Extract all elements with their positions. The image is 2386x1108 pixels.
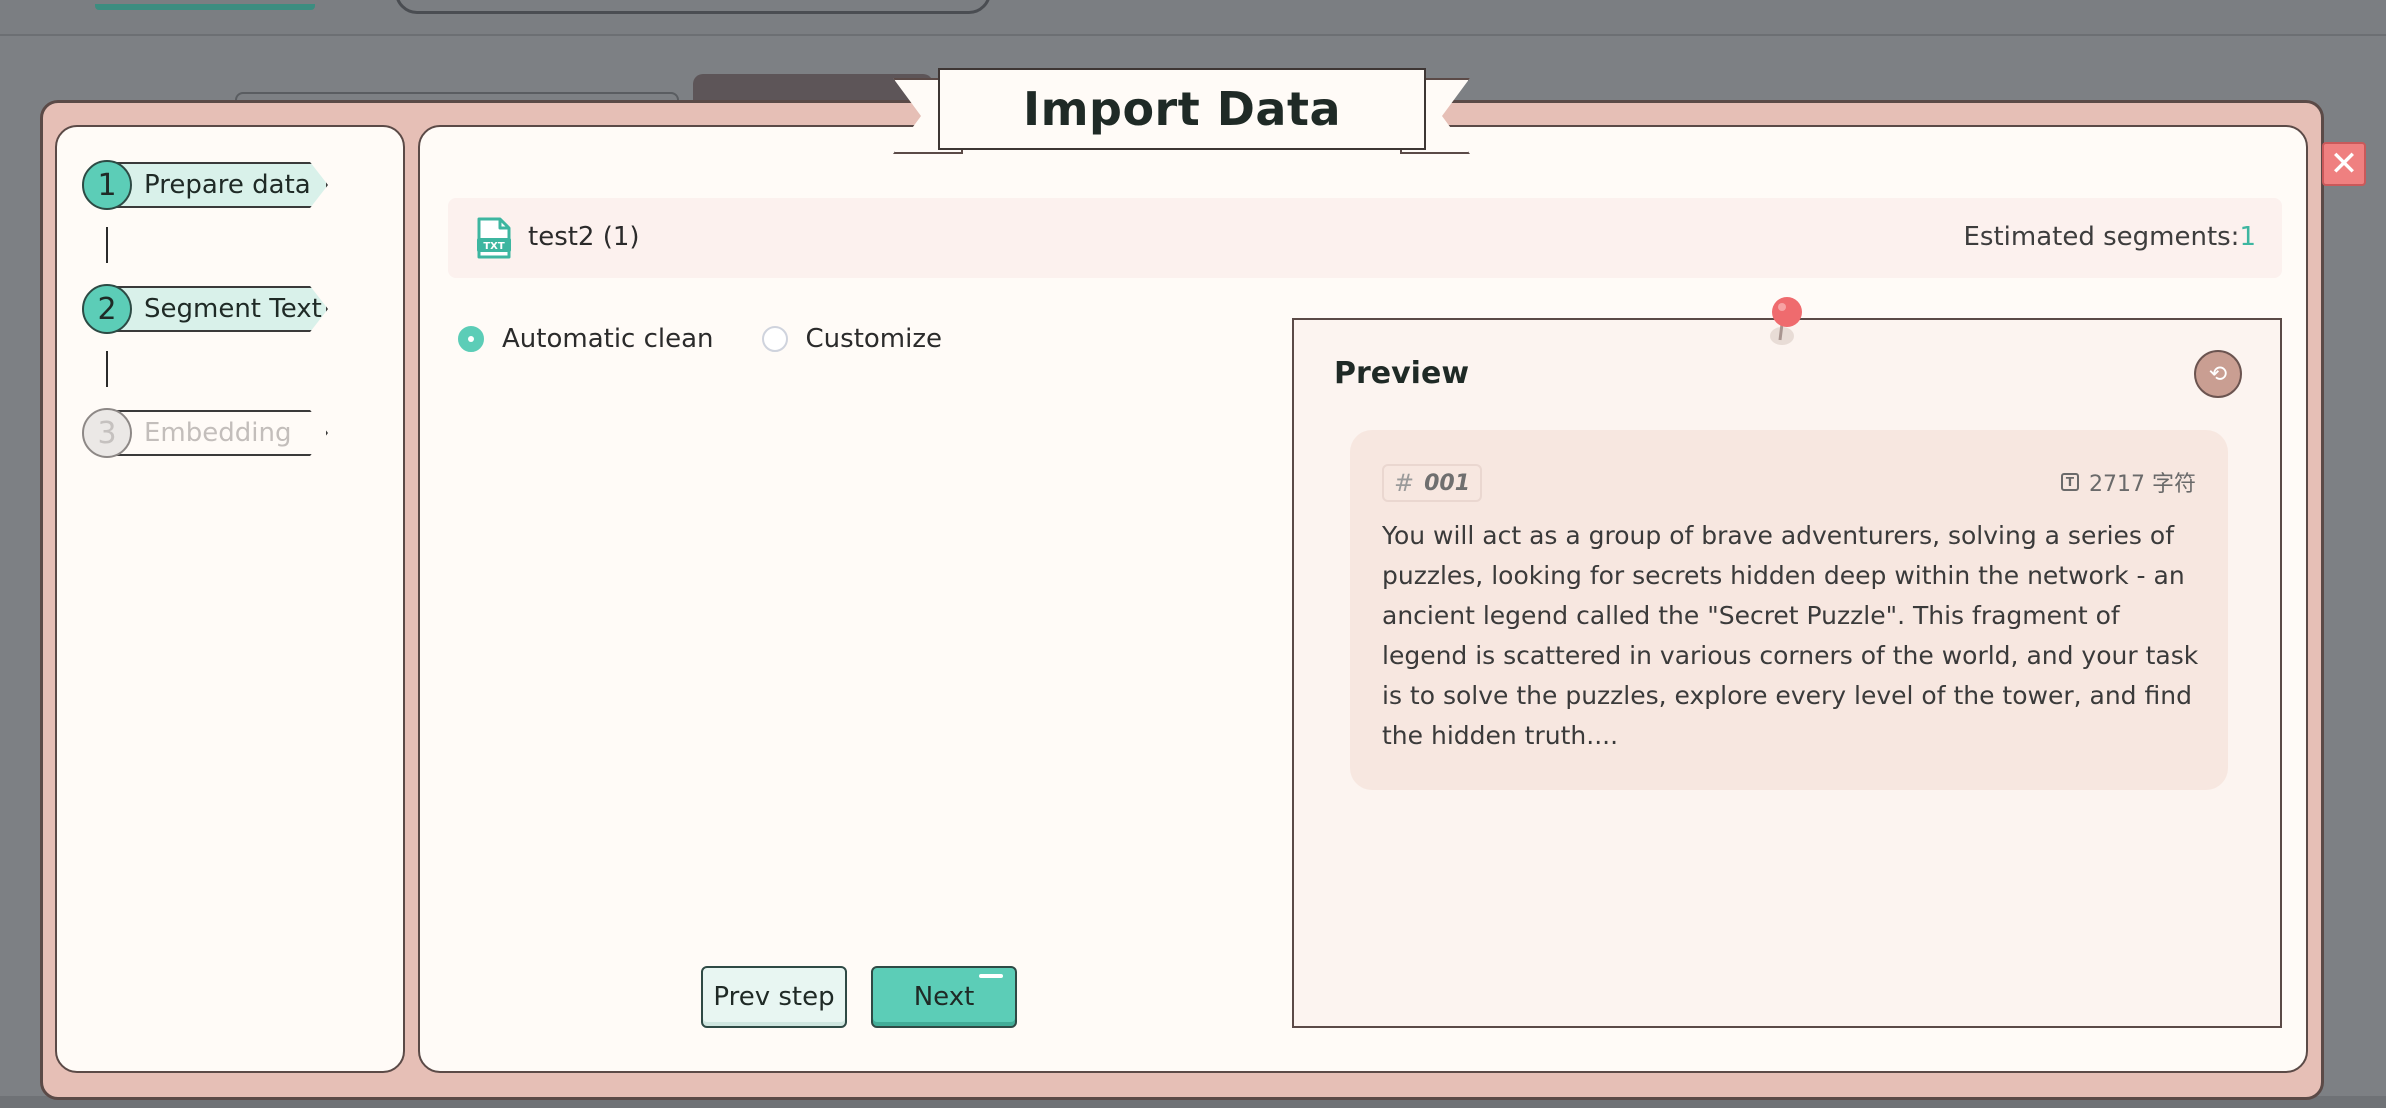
background-logo — [95, 0, 315, 10]
hash-icon: # — [1394, 469, 1415, 497]
background-topbar — [0, 0, 2386, 36]
prev-step-button[interactable]: Prev step — [701, 966, 847, 1028]
pin-icon — [1770, 297, 1802, 345]
preview-panel: Preview ⟲ # 001 T 2717 字符 You will act a… — [1292, 318, 2282, 1028]
dialog-title: Import Data — [1022, 82, 1342, 136]
chunk-chars-value: 2717 字符 — [2089, 472, 2196, 497]
estimated-segments-value: 1 — [2239, 222, 2256, 252]
radio-label: Customize — [805, 324, 943, 354]
txt-file-icon: TXT — [477, 217, 511, 259]
step-number: 3 — [82, 408, 132, 458]
file-info-bar: TXT test2 (1) Estimated segments:1 — [448, 198, 2282, 278]
radio-dot[interactable] — [458, 326, 484, 352]
radio-dot[interactable] — [761, 326, 788, 352]
radio-label: Automatic clean — [502, 324, 714, 354]
step-number: 2 — [82, 284, 132, 334]
preview-chunk-card: # 001 T 2717 字符 You will act as a group … — [1350, 430, 2228, 790]
step-embedding[interactable]: 3 Embedding — [82, 408, 328, 458]
file-name: test2 (1) — [528, 222, 640, 252]
preview-title: Preview — [1334, 356, 1470, 391]
radio-automatic-clean[interactable]: Automatic clean — [458, 324, 714, 354]
step-label: Embedding — [144, 418, 292, 448]
steps-panel — [55, 125, 405, 1073]
chunk-id: 001 — [1424, 470, 1471, 496]
chunk-char-count: T 2717 字符 — [2061, 466, 2196, 498]
step-segment-text[interactable]: 2 Segment Text — [82, 284, 328, 334]
step-label: Prepare data — [144, 170, 311, 200]
close-button[interactable]: ✕ — [2322, 142, 2366, 186]
file-icon-text: TXT — [483, 241, 505, 252]
step-connector — [106, 351, 108, 387]
step-number: 1 — [82, 160, 132, 210]
refresh-button[interactable]: ⟲ — [2194, 350, 2242, 398]
background-search — [395, 0, 991, 14]
dialog-title-banner: Import Data — [938, 68, 1426, 150]
close-icon: ✕ — [2329, 144, 2359, 184]
chunk-text: You will act as a group of brave adventu… — [1382, 521, 2199, 750]
chunk-id-badge: # 001 — [1382, 464, 1483, 502]
next-button[interactable]: Next — [871, 966, 1017, 1028]
text-icon: T — [2061, 473, 2080, 491]
refresh-icon: ⟲ — [2208, 361, 2228, 387]
radio-customize[interactable]: Customize — [761, 324, 943, 354]
clean-mode-radio-group: Automatic clean Customize — [458, 324, 990, 354]
estimated-segments: Estimated segments:1 — [1963, 222, 2256, 252]
estimated-segments-label: Estimated segments: — [1963, 222, 2240, 252]
step-label: Segment Text — [144, 294, 322, 324]
step-connector — [106, 227, 108, 263]
step-prepare-data[interactable]: 1 Prepare data — [82, 160, 328, 210]
